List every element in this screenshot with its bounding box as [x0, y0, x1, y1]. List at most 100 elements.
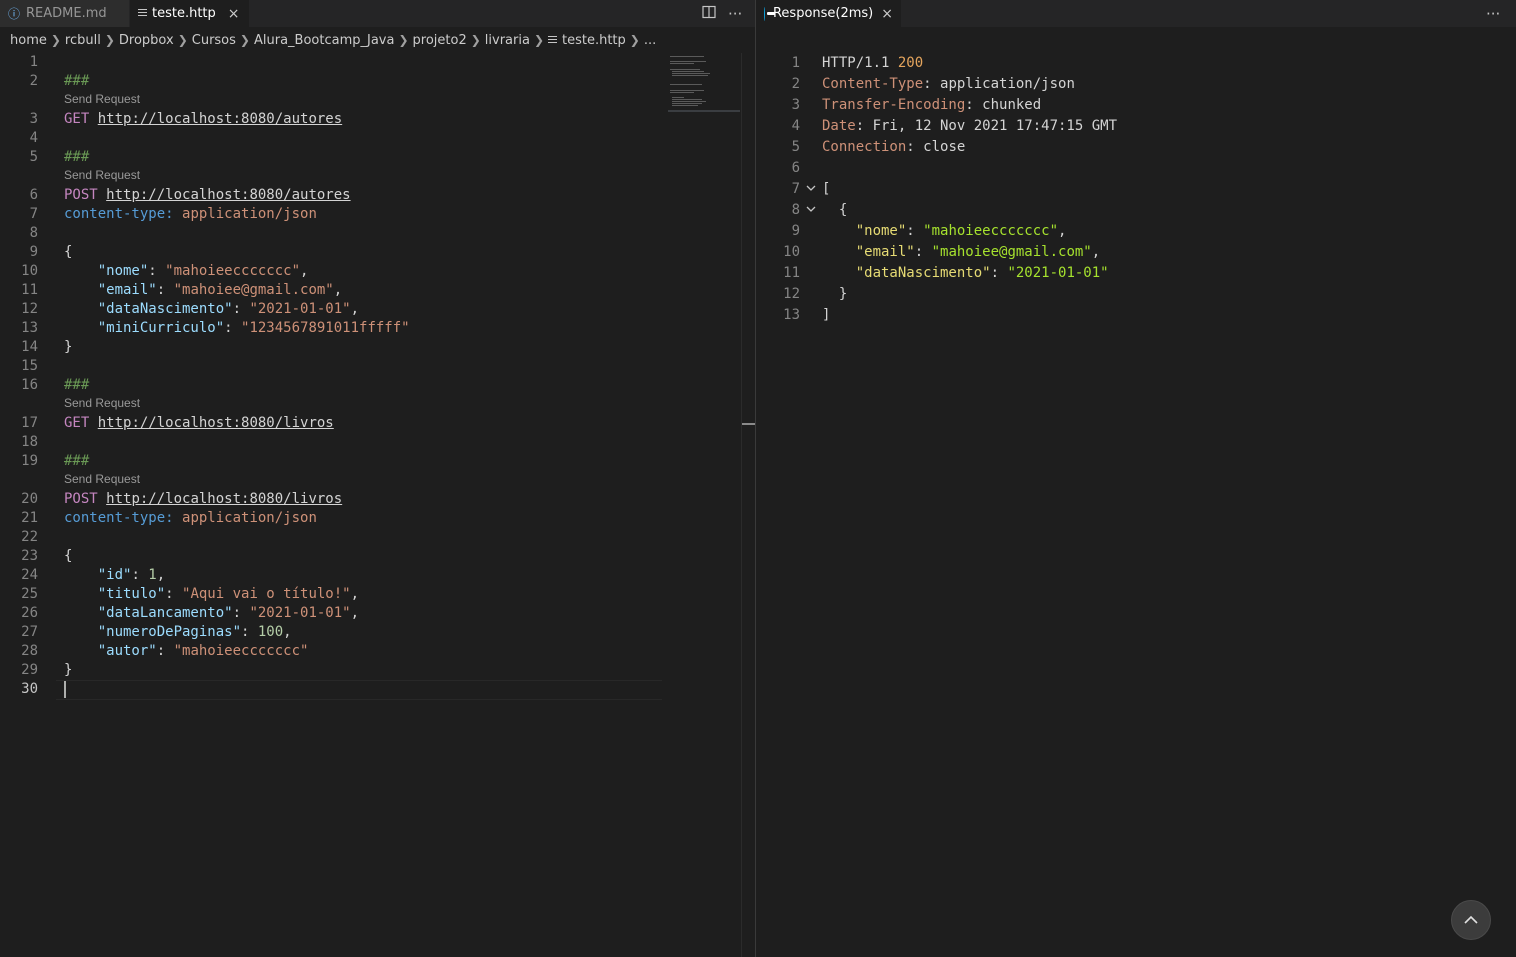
code-token: , — [350, 586, 360, 602]
code-line[interactable]: "numeroDePaginas": 100, — [64, 623, 292, 642]
breadcrumb-item[interactable]: Alura_Bootcamp_Java — [254, 33, 394, 48]
response-token: "2021-01-01" — [1007, 265, 1109, 281]
chevron-right-icon: ❯ — [470, 33, 481, 47]
chevron-down-icon[interactable] — [806, 201, 820, 220]
breadcrumb-item[interactable]: home — [10, 33, 47, 48]
code-token: ### — [64, 73, 90, 89]
scroll-to-top-button[interactable] — [1451, 900, 1491, 940]
code-token: ### — [64, 377, 90, 393]
left-tab-actions: ··· — [690, 0, 742, 27]
code-line[interactable]: } — [64, 661, 72, 680]
code-token: "miniCurriculo" — [97, 320, 225, 336]
code-token: , — [333, 282, 343, 298]
code-line[interactable]: "dataNascimento": "2021-01-01", — [64, 300, 359, 319]
scrollbar-position-marker — [742, 423, 755, 425]
line-number: 21 — [21, 510, 38, 526]
code-token[interactable]: http://localhost:8080/livros — [106, 491, 342, 507]
breadcrumb-item[interactable]: livraria — [485, 33, 530, 48]
breadcrumb-item[interactable]: projeto2 — [413, 33, 467, 48]
line-number: 12 — [783, 286, 800, 302]
response-line: "nome": "mahoieeccccccc", — [822, 222, 1067, 241]
vertical-scrollbar[interactable] — [741, 53, 742, 957]
code-line[interactable]: "titulo": "Aqui vai o título!", — [64, 585, 359, 604]
minimap-viewport[interactable] — [668, 110, 740, 112]
code-line[interactable]: } — [64, 338, 72, 357]
code-token: "titulo" — [97, 586, 166, 602]
response-line: "email": "mahoiee@gmail.com", — [822, 243, 1100, 262]
line-number: 19 — [21, 453, 38, 469]
send-request-link[interactable]: Send Request — [64, 92, 140, 106]
line-number: 29 — [21, 662, 38, 678]
response-icon — [764, 6, 775, 21]
more-actions-icon[interactable]: ··· — [728, 5, 742, 23]
code-token: "dataNascimento" — [97, 301, 233, 317]
send-request-link[interactable]: Send Request — [64, 168, 140, 182]
tab-teste-http[interactable]: teste.http × — [130, 0, 249, 27]
chevron-up-icon — [1464, 915, 1478, 924]
code-token: : — [165, 586, 183, 602]
response-token: , — [1058, 223, 1067, 239]
line-number: 2 — [791, 76, 800, 92]
right-tab-actions: ··· — [1474, 0, 1500, 27]
line-number: 6 — [29, 187, 38, 203]
code-line[interactable]: "email": "mahoiee@gmail.com", — [64, 281, 342, 300]
response-token — [822, 244, 856, 260]
code-line[interactable]: ### — [64, 452, 89, 471]
code-line[interactable]: ### — [64, 376, 89, 395]
code-line[interactable]: "miniCurriculo": "1234567891011fffff" — [64, 319, 410, 338]
line-number: 3 — [791, 97, 800, 113]
code-line[interactable]: ### — [64, 148, 89, 167]
line-number: 14 — [21, 339, 38, 355]
code-line[interactable]: "autor": "mahoieeccccccc" — [64, 642, 309, 661]
code-token: : — [156, 282, 174, 298]
chevron-right-icon: ❯ — [533, 33, 544, 47]
minimap[interactable] — [668, 53, 740, 113]
code-token: { — [64, 548, 73, 564]
code-token: } — [64, 339, 73, 355]
line-number: 11 — [783, 265, 800, 281]
code-line[interactable]: "dataLancamento": "2021-01-01", — [64, 604, 359, 623]
code-token: POST — [64, 187, 98, 203]
tab-readme[interactable]: ⓘ README.md — [0, 0, 129, 27]
code-token: "autor" — [97, 643, 157, 659]
code-token[interactable]: http://localhost:8080/autores — [98, 111, 342, 127]
code-line[interactable]: "nome": "mahoieeccccccc", — [64, 262, 309, 281]
close-icon[interactable]: × — [881, 6, 893, 22]
breadcrumb-item[interactable]: Cursos — [192, 33, 236, 48]
code-line[interactable]: "id": 1, — [64, 566, 165, 585]
code-token[interactable]: http://localhost:8080/autores — [106, 187, 350, 203]
send-request-link[interactable]: Send Request — [64, 396, 140, 410]
code-line[interactable]: POST http://localhost:8080/livros — [64, 490, 342, 509]
code-line[interactable]: { — [64, 243, 72, 262]
response-line: Date: Fri, 12 Nov 2021 17:47:15 GMT — [822, 117, 1117, 136]
code-line[interactable]: content-type: application/json — [64, 205, 317, 224]
code-line[interactable]: content-type: application/json — [64, 509, 317, 528]
code-token: "email" — [97, 282, 157, 298]
response-token: HTTP/1.1 — [822, 55, 898, 71]
breadcrumb-item[interactable]: rcbull — [65, 33, 101, 48]
code-token: "mahoieeccccccc" — [173, 643, 309, 659]
breadcrumb-ellipsis[interactable]: ... — [644, 33, 656, 48]
tab-response[interactable]: Response(2ms) × — [756, 0, 901, 27]
code-line[interactable]: POST http://localhost:8080/autores — [64, 186, 351, 205]
response-line: Transfer-Encoding: chunked — [822, 96, 1041, 115]
more-actions-icon[interactable]: ··· — [1486, 5, 1500, 23]
code-token: "2021-01-01" — [249, 301, 351, 317]
right-tab-bar: Response(2ms) × ··· — [756, 0, 1516, 27]
breadcrumb-item[interactable]: Dropbox — [119, 33, 174, 48]
split-editor-icon[interactable] — [702, 5, 716, 23]
code-line[interactable]: GET http://localhost:8080/livros — [64, 414, 334, 433]
code-line[interactable]: { — [64, 547, 72, 566]
code-line[interactable]: ### — [64, 72, 89, 91]
code-token[interactable]: http://localhost:8080/livros — [98, 415, 334, 431]
code-token: : — [156, 643, 174, 659]
close-icon[interactable]: × — [228, 6, 240, 22]
breadcrumb-file[interactable]: teste.http — [548, 33, 626, 48]
chevron-down-icon[interactable] — [806, 180, 820, 199]
send-request-link[interactable]: Send Request — [64, 472, 140, 486]
code-token: GET — [64, 415, 90, 431]
code-line[interactable]: GET http://localhost:8080/autores — [64, 110, 342, 129]
